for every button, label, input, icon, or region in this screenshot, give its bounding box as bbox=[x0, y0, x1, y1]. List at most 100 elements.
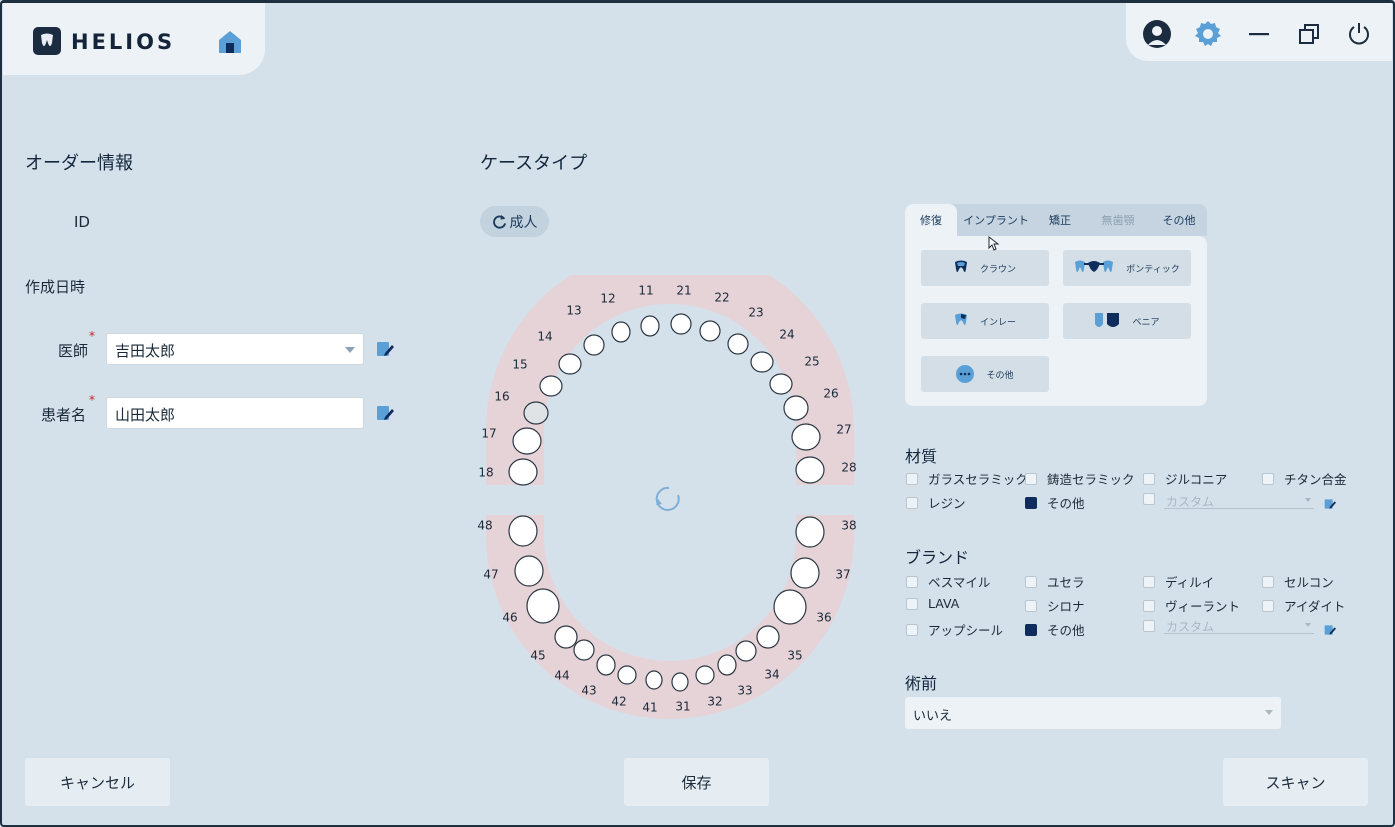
brand-upcera-checkbox[interactable]: ユセラ bbox=[1025, 572, 1085, 591]
tooth-35[interactable] bbox=[756, 625, 780, 649]
material-zirconia-checkbox[interactable]: ジルコニア bbox=[1143, 469, 1227, 488]
tooth-27[interactable] bbox=[791, 423, 821, 451]
tooth-48[interactable] bbox=[508, 515, 538, 547]
material-resin-checkbox[interactable]: レジン bbox=[906, 493, 966, 512]
tooth-17[interactable] bbox=[512, 427, 542, 455]
brand-cercon-checkbox[interactable]: セルコン bbox=[1262, 572, 1334, 591]
tooth-41[interactable] bbox=[645, 670, 663, 690]
restoration-panel: クラウン ポンティック インレー ベニア その他 bbox=[905, 236, 1207, 406]
created-label: 作成日時 bbox=[25, 278, 86, 296]
tooth-number-28: 28 bbox=[841, 461, 856, 475]
tab-edentulous[interactable]: 無歯顎 bbox=[1089, 204, 1147, 236]
restore-icon[interactable] bbox=[1294, 19, 1324, 49]
tab-implant[interactable]: インプラント bbox=[961, 204, 1031, 236]
tooth-number-13: 13 bbox=[566, 304, 581, 318]
edit-patient-icon[interactable] bbox=[376, 404, 394, 422]
tooth-18[interactable] bbox=[508, 458, 538, 486]
tooth-33[interactable] bbox=[717, 654, 737, 676]
tooth-number-47: 47 bbox=[483, 568, 498, 582]
tooth-37[interactable] bbox=[790, 557, 820, 589]
gear-icon[interactable] bbox=[1193, 19, 1223, 49]
brand-dirui-checkbox[interactable]: ディルイ bbox=[1143, 572, 1214, 591]
material-custom-select[interactable]: カスタム bbox=[1164, 493, 1314, 509]
tab-restoration[interactable]: 修復 bbox=[905, 204, 957, 236]
logo-text: HELIOS bbox=[71, 30, 176, 54]
tooth-26[interactable] bbox=[783, 395, 809, 421]
power-icon[interactable] bbox=[1344, 19, 1374, 49]
material-custom-checkbox[interactable] bbox=[1143, 493, 1155, 505]
brand-sirona-checkbox[interactable]: シロナ bbox=[1025, 596, 1085, 615]
material-glass-ceramic-checkbox[interactable]: ガラスセラミック bbox=[906, 469, 1028, 488]
tooth-28[interactable] bbox=[795, 456, 825, 484]
material-other-checkbox[interactable]: その他 bbox=[1025, 493, 1085, 512]
brand-lava-checkbox[interactable]: LAVA bbox=[906, 596, 959, 611]
inlay-button[interactable]: インレー bbox=[921, 303, 1049, 339]
tab-other[interactable]: その他 bbox=[1153, 204, 1205, 236]
tooth-number-31: 31 bbox=[675, 700, 690, 714]
edit-doctor-icon[interactable] bbox=[376, 340, 394, 358]
required-mark: * bbox=[89, 329, 95, 343]
brand-custom-select[interactable]: カスタム bbox=[1164, 618, 1314, 634]
scan-button[interactable]: スキャン bbox=[1223, 758, 1368, 806]
other-restoration-button[interactable]: その他 bbox=[921, 356, 1049, 392]
tooth-43[interactable] bbox=[596, 654, 616, 676]
veneer-icon bbox=[1095, 313, 1120, 327]
save-button[interactable]: 保存 bbox=[624, 758, 769, 806]
patient-name-input[interactable]: 山田太郎 bbox=[106, 397, 364, 429]
more-icon bbox=[956, 365, 975, 383]
tooth-47[interactable] bbox=[514, 555, 544, 587]
material-titanium-checkbox[interactable]: チタン合金 bbox=[1262, 469, 1347, 488]
tooth-number-22: 22 bbox=[714, 291, 729, 305]
tooth-12[interactable] bbox=[611, 321, 631, 343]
crown-label: クラウン bbox=[979, 264, 1016, 275]
cancel-button[interactable]: キャンセル bbox=[25, 758, 170, 806]
brand-aidite-checkbox[interactable]: アイダイト bbox=[1262, 596, 1345, 615]
material-cast-ceramic-checkbox[interactable]: 鋳造セラミック bbox=[1025, 469, 1135, 488]
rotate-icon[interactable] bbox=[655, 486, 680, 511]
tooth-22[interactable] bbox=[699, 320, 721, 342]
tooth-36[interactable] bbox=[773, 589, 807, 625]
pontic-button[interactable]: ポンティック bbox=[1063, 250, 1191, 286]
edit-material-icon[interactable] bbox=[1324, 495, 1336, 509]
doctor-select[interactable]: 吉田太郎 bbox=[106, 333, 364, 365]
case-type-title: ケースタイプ bbox=[480, 153, 588, 174]
age-toggle-button[interactable]: 成人 bbox=[480, 206, 549, 237]
tooth-21[interactable] bbox=[670, 313, 692, 335]
tooth-14[interactable] bbox=[558, 353, 582, 375]
tooth-number-21: 21 bbox=[676, 284, 691, 298]
brand-besmile-checkbox[interactable]: ベスマイル bbox=[906, 572, 990, 591]
tooth-44[interactable] bbox=[573, 639, 595, 661]
tooth-31[interactable] bbox=[671, 672, 689, 692]
tooth-15[interactable] bbox=[539, 375, 563, 397]
tooth-24[interactable] bbox=[750, 351, 774, 373]
brand-other-checkbox[interactable]: その他 bbox=[1025, 620, 1085, 639]
crown-button[interactable]: クラウン bbox=[921, 250, 1049, 286]
avatar-icon[interactable] bbox=[1142, 19, 1172, 49]
veneer-button[interactable]: ベニア bbox=[1063, 303, 1191, 339]
edit-brand-icon[interactable] bbox=[1324, 621, 1336, 635]
tooth-number-27: 27 bbox=[836, 423, 851, 437]
tooth-45[interactable] bbox=[554, 625, 578, 649]
tooth-25[interactable] bbox=[769, 373, 793, 395]
tooth-11[interactable] bbox=[640, 315, 660, 337]
tooth-number-33: 33 bbox=[737, 684, 752, 698]
tooth-chart: 18 17 16 15 14 13 12 11 21 22 23 24 25 26 27 28 31 32 33 34… bbox=[477, 275, 857, 719]
tooth-number-26: 26 bbox=[823, 387, 838, 401]
preop-select[interactable]: いいえ bbox=[905, 697, 1281, 729]
tab-orthodontic[interactable]: 矯正 bbox=[1037, 204, 1083, 236]
age-label: 成人 bbox=[509, 214, 538, 231]
home-icon[interactable] bbox=[217, 29, 243, 59]
tooth-23[interactable] bbox=[727, 333, 749, 355]
tooth-16[interactable] bbox=[523, 401, 549, 425]
tooth-34[interactable] bbox=[735, 640, 757, 662]
tooth-46[interactable] bbox=[526, 588, 560, 624]
brand-custom-checkbox[interactable] bbox=[1143, 620, 1155, 632]
tooth-38[interactable] bbox=[795, 516, 825, 548]
tooth-32[interactable] bbox=[695, 665, 715, 685]
tooth-13[interactable] bbox=[583, 334, 605, 356]
tooth-42[interactable] bbox=[617, 665, 637, 685]
minimize-icon[interactable] bbox=[1244, 19, 1274, 49]
preop-value: いいえ bbox=[913, 709, 953, 724]
brand-wieland-checkbox[interactable]: ヴィーラント bbox=[1143, 596, 1240, 615]
brand-upseal-checkbox[interactable]: アップシール bbox=[906, 620, 1003, 639]
